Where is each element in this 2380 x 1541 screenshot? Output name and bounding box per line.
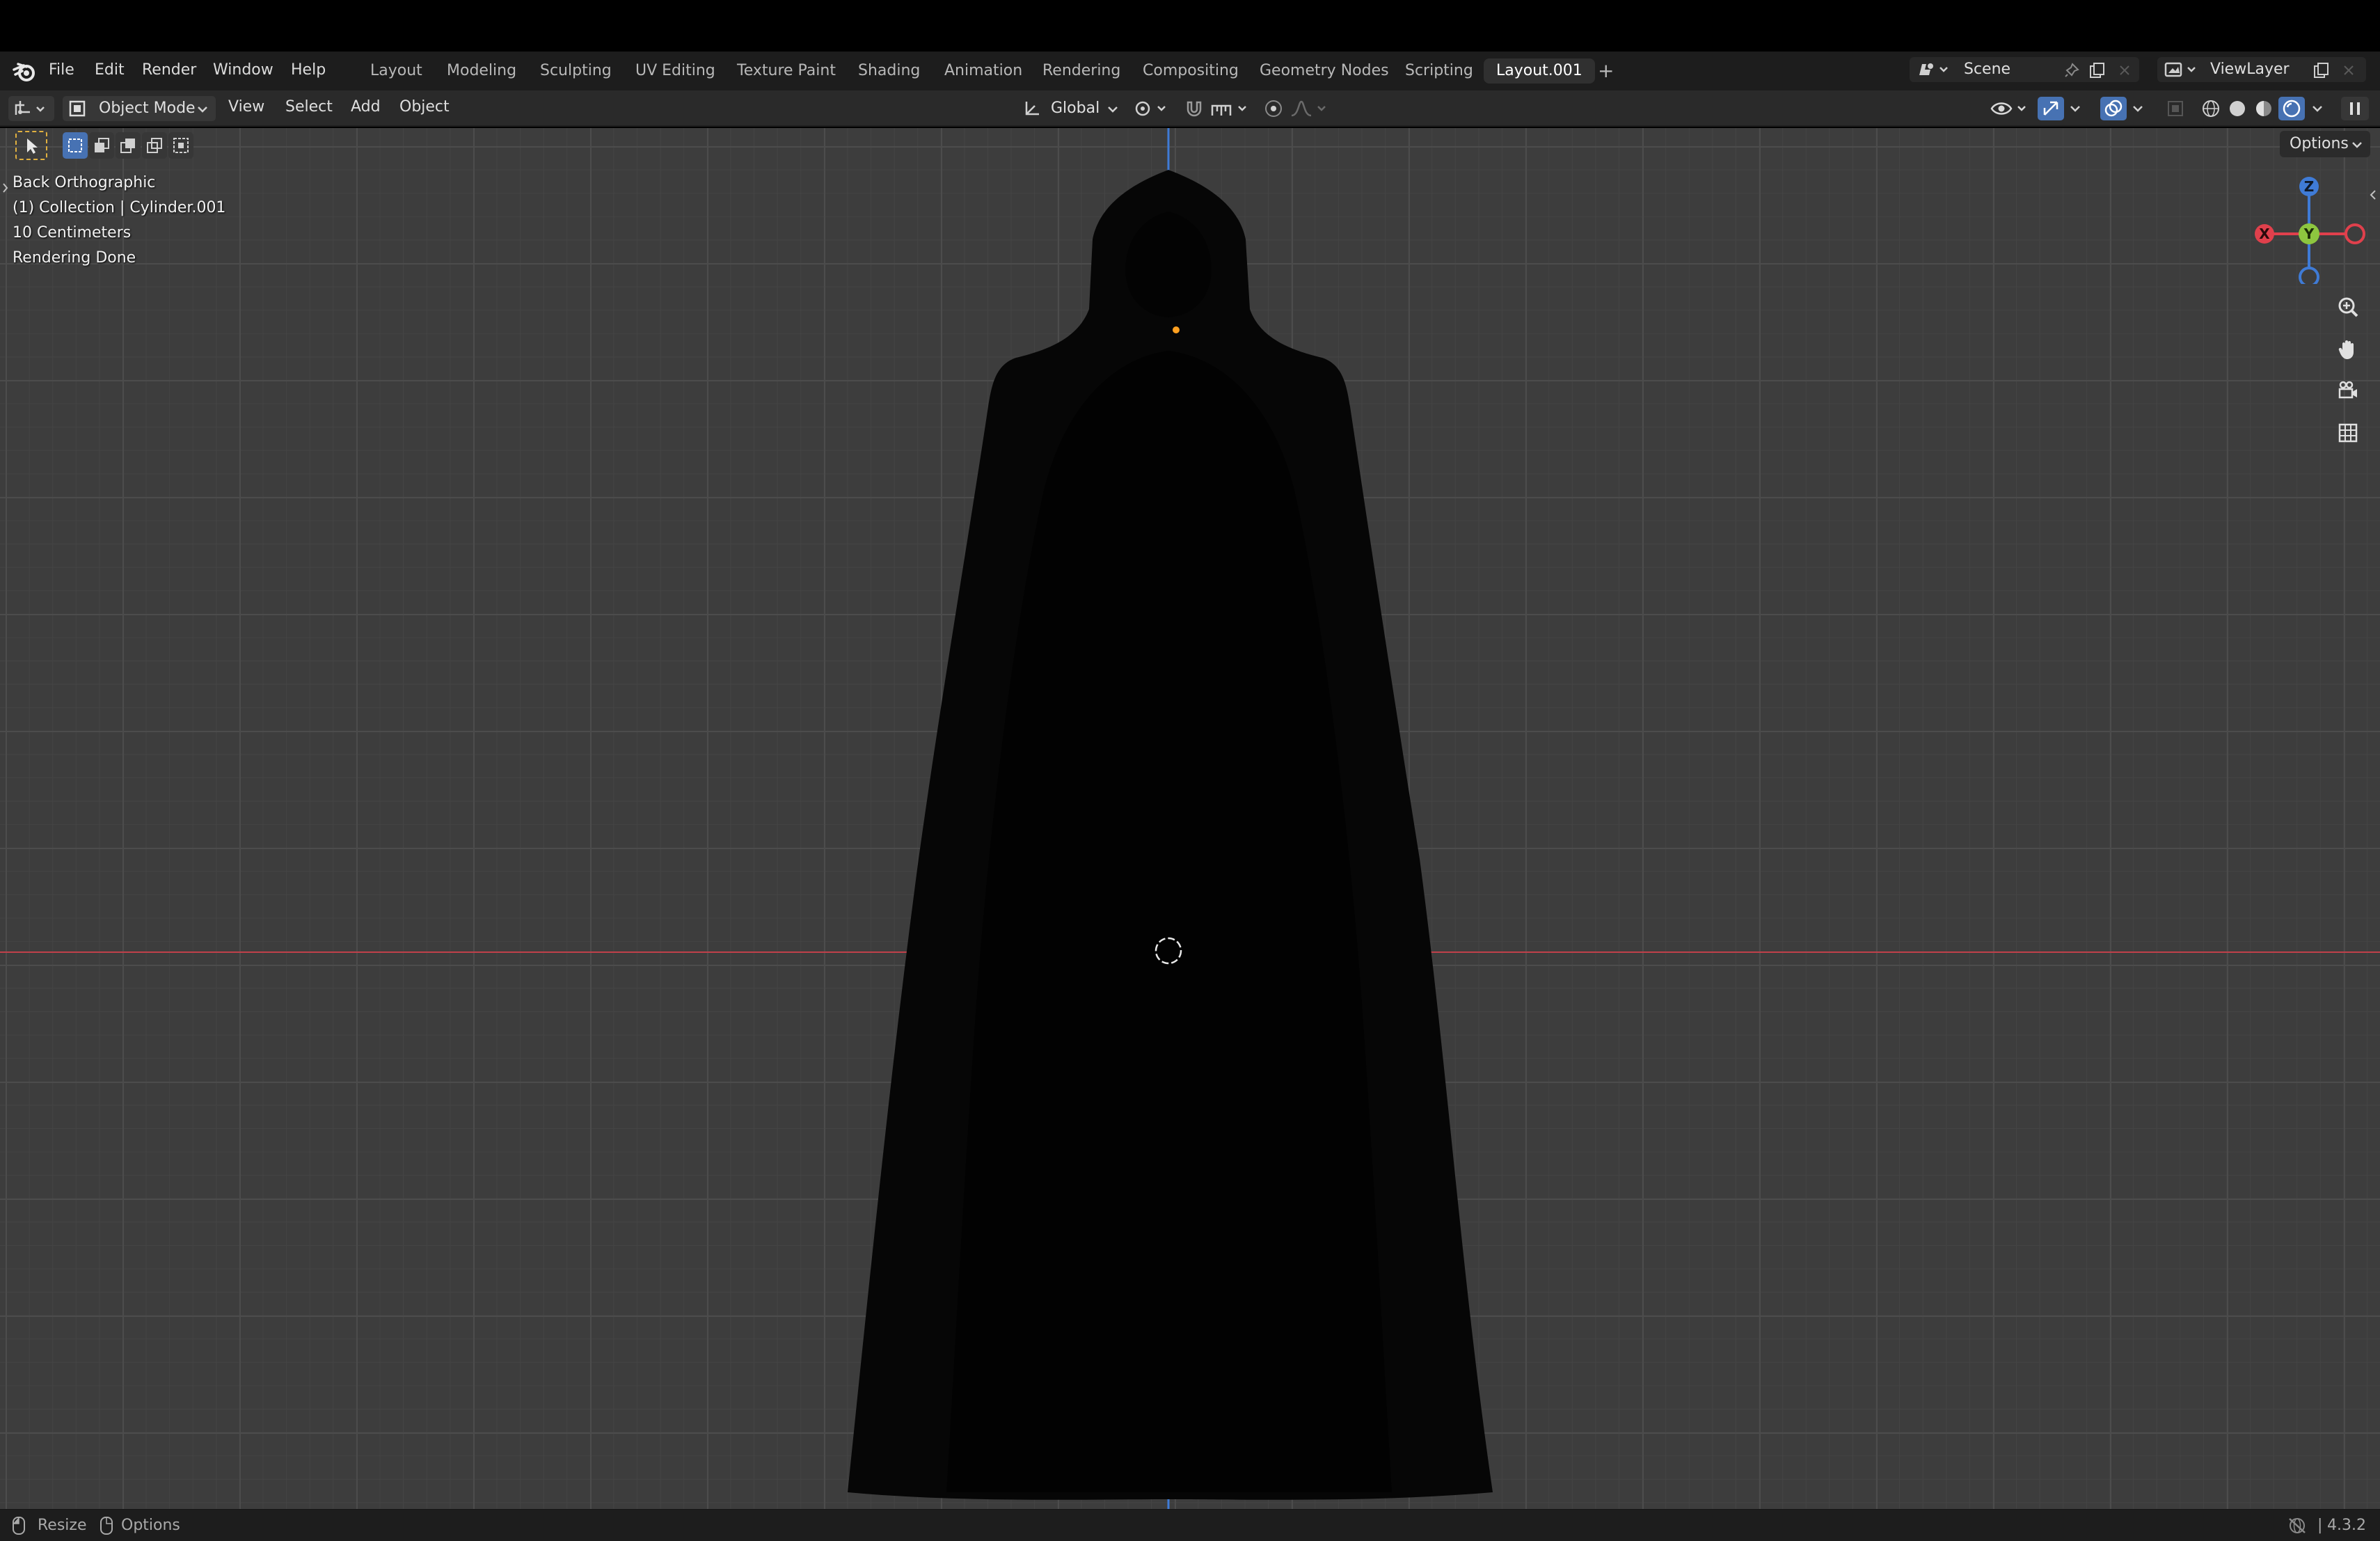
view-layer-name[interactable]: ViewLayer [2210,61,2290,78]
grid-scale: 10 Centimeters [13,224,132,242]
overlays-dropdown-icon[interactable] [2128,97,2148,120]
editor-type-icon[interactable] [8,96,54,121]
select-mode-extend-icon[interactable] [89,132,114,159]
object-mode-icon [68,100,86,118]
gizmo-z-negative [2299,267,2319,284]
menu-select[interactable]: Select [285,98,333,116]
menu-help[interactable]: Help [291,61,326,79]
gizmo-x-label: X [2259,226,2270,242]
solid-shading-icon[interactable] [2226,97,2249,120]
tab-texture-paint[interactable]: Texture Paint [736,58,837,84]
menu-window[interactable]: Window [213,61,273,79]
tab-sculpting[interactable]: Sculpting [539,58,613,84]
window-titlebar-area [0,0,2380,52]
pause-render-icon[interactable] [2341,97,2369,120]
shading-dropdown-icon[interactable] [2308,97,2327,120]
menu-render[interactable]: Render [142,61,196,79]
add-workspace-button[interactable]: + [1596,58,1615,84]
select-mode-difference-icon[interactable] [142,132,167,159]
pin-icon[interactable] [2063,61,2081,79]
gizmo-dropdown-icon[interactable] [2065,97,2085,120]
scene-icon [1915,60,1951,79]
mouse-left-icon [11,1515,26,1536]
menu-edit[interactable]: Edit [95,61,125,79]
viewport-header: Object Mode View Select Add Object Globa… [0,90,2380,127]
new-scene-icon[interactable] [2088,61,2107,80]
delete-scene-icon[interactable] [2116,61,2134,79]
status-options: Options [121,1517,180,1534]
menu-add[interactable]: Add [351,98,381,116]
tab-compositing[interactable]: Compositing [1141,58,1240,84]
view-layer-selector[interactable]: ViewLayer [2157,57,2366,82]
tab-modeling[interactable]: Modeling [445,58,518,84]
status-resize: Resize [38,1517,87,1534]
delete-view-layer-icon[interactable] [2340,61,2358,79]
select-tool-icon[interactable] [15,131,47,160]
snap-magnet-icon[interactable] [1182,97,1207,120]
tab-layout-001[interactable]: Layout.001 [1484,58,1595,84]
tab-uv-editing[interactable]: UV Editing [634,58,717,84]
network-disabled-icon [2285,1515,2309,1536]
options-dropdown[interactable]: Options [2280,131,2370,157]
snap-increment-icon[interactable] [1209,97,1255,120]
view-name: Back Orthographic [13,174,156,191]
collection-info: (1) Collection | Cylinder.001 [13,199,226,216]
mouse-right-icon [99,1515,114,1536]
version-divider: | [2317,1517,2323,1534]
perspective-grid-icon[interactable] [2333,418,2363,448]
camera-view-icon[interactable] [2333,376,2363,406]
chevron-down-icon [2349,137,2365,152]
gizmo-x-positive [2345,223,2365,244]
top-bar: File Edit Render Window Help Layout Mode… [0,52,2380,90]
tab-animation[interactable]: Animation [943,58,1024,84]
tab-scripting[interactable]: Scripting [1404,58,1475,84]
new-view-layer-icon[interactable] [2312,61,2331,80]
visibility-eye-icon[interactable] [1989,97,2031,120]
gizmo-toggle-icon[interactable] [2038,97,2064,120]
zoom-icon[interactable] [2333,292,2363,323]
overlays-toggle-icon[interactable] [2100,97,2127,120]
tab-geometry-nodes[interactable]: Geometry Nodes [1258,58,1390,84]
object-origin-dot [1173,326,1180,333]
menu-object[interactable]: Object [399,98,450,116]
options-label: Options [2290,135,2349,152]
3d-viewport[interactable]: Back Orthographic (1) Collection | Cylin… [0,128,2380,1509]
rendered-shading-icon[interactable] [2278,97,2305,120]
falloff-curve-icon[interactable] [1289,97,1335,120]
view-layer-icon [2163,60,2199,79]
menu-view[interactable]: View [228,98,264,116]
pan-hand-icon[interactable] [2333,334,2363,365]
gizmo-y-label: Y [2303,226,2315,242]
status-bar: Resize Options | 4.3.2 [0,1509,2380,1541]
select-mode-intersect-icon[interactable] [168,132,193,159]
chevron-down-icon [1105,102,1120,117]
material-preview-icon[interactable] [2252,97,2276,120]
gizmo-z-label: Z [2304,178,2315,195]
scene-selector[interactable]: Scene [1910,57,2139,82]
viewport-scene [0,128,2380,1509]
xray-toggle-icon[interactable] [2164,97,2187,120]
mode-selector[interactable]: Object Mode [63,96,216,121]
transform-orientation-selector[interactable]: Global [1017,96,1125,121]
blender-logo-icon[interactable] [13,61,36,82]
wireframe-shading-icon[interactable] [2199,97,2223,120]
tab-rendering[interactable]: Rendering [1041,58,1122,84]
select-mode-subtract-icon[interactable] [116,132,141,159]
chevron-down-icon [195,102,210,117]
orientation-axes-icon [1022,99,1042,118]
toolbar-expand-arrow-icon[interactable] [0,180,10,196]
tab-layout[interactable]: Layout [369,58,424,84]
render-status: Rendering Done [13,249,136,267]
orientation-label: Global [1051,100,1100,117]
select-mode-new-icon[interactable] [63,132,88,159]
blender-version: 4.3.2 [2327,1517,2366,1534]
mode-label: Object Mode [99,100,196,117]
pivot-point-icon[interactable] [1133,97,1173,120]
proportional-editing-icon[interactable] [1261,97,1286,120]
navigation-gizmo[interactable]: Z X Y [2248,173,2373,284]
menu-file[interactable]: File [49,61,74,79]
scene-name[interactable]: Scene [1964,61,2010,78]
tab-shading[interactable]: Shading [857,58,921,84]
